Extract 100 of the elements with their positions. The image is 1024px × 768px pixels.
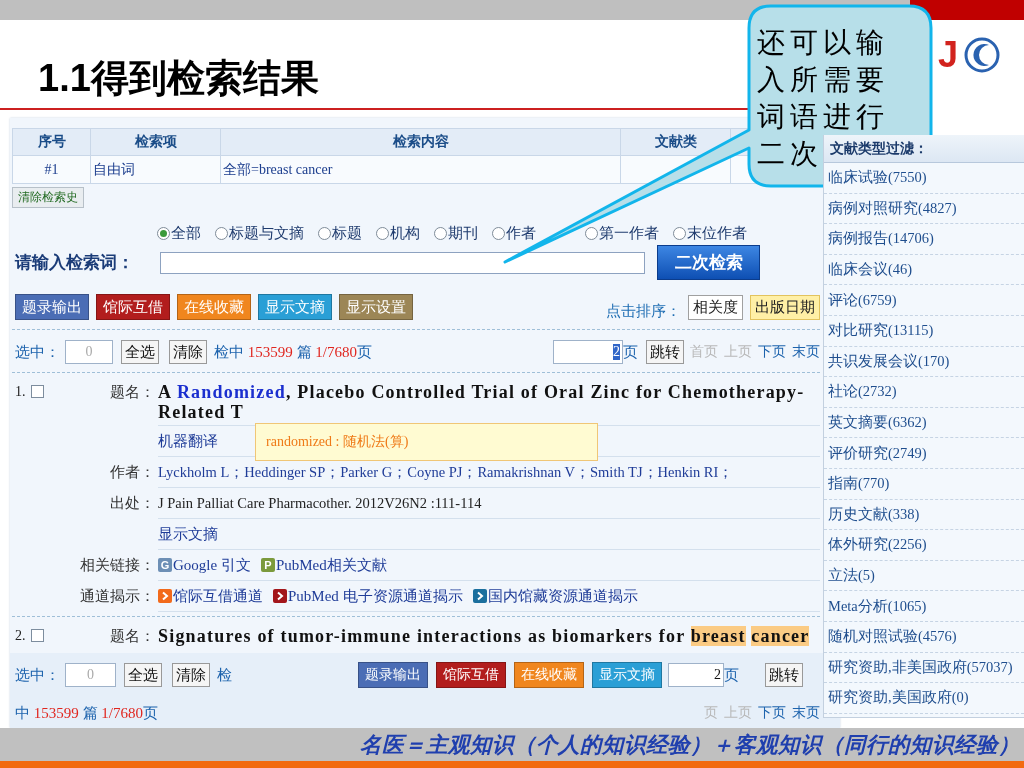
search-field-option[interactable]: 末位作者 <box>673 223 747 243</box>
filter-item[interactable]: 体外研究(2256) <box>824 530 1024 561</box>
article-title[interactable]: A Randomized, Placebo Controlled Trial of Oral Zinc for Chemotherapy-Related T <box>158 382 820 422</box>
filter-item[interactable]: Meta分析(1065) <box>824 591 1024 622</box>
table-cell: #1 <box>12 155 91 184</box>
clear-selection-button[interactable]: 清除 <box>169 340 207 364</box>
toolbar-button[interactable]: 题录输出 <box>358 662 428 688</box>
selection-label: 选中： <box>15 342 60 362</box>
logo-letter: J <box>937 35 958 75</box>
field-label: 题名： <box>110 627 155 646</box>
related-link[interactable]: P PubMed相关文献 <box>260 555 387 575</box>
filter-item[interactable]: 随机对照试验(4576) <box>824 621 1024 653</box>
toolbar-button[interactable]: 显示设置 <box>339 294 413 320</box>
filter-item[interactable]: 临床试验(7550) <box>824 163 1024 194</box>
search-label: 请输入检索词： <box>13 252 135 274</box>
result-number: 1. <box>15 383 26 401</box>
filter-item[interactable]: 临床会议(46) <box>824 254 1024 286</box>
sort-button[interactable]: 出版日期 <box>750 294 820 320</box>
field-label: 题名： <box>110 383 155 402</box>
filter-item[interactable]: 病例报告(14706) <box>824 224 1024 255</box>
callout-text-line: 词语进行 <box>757 99 889 135</box>
radio-icon[interactable] <box>318 226 331 240</box>
related-link[interactable]: G Google 引文 <box>158 555 251 575</box>
search-field-option[interactable]: 期刊 <box>434 223 478 243</box>
callout-text-line: 入所需要 <box>757 62 889 98</box>
field-label: 出处： <box>110 494 155 513</box>
page-number-field[interactable]: 2 <box>668 663 724 687</box>
result-count-text: 中 153599 篇 1/7680页 <box>15 703 158 723</box>
page-number-field[interactable]: 2 <box>553 340 623 364</box>
translation-tooltip: randomized : 随机法(算) <box>255 423 598 461</box>
author-link[interactable]: Heddinger SP； <box>244 462 341 482</box>
column-header: 检索项 <box>90 128 221 156</box>
clear-history-button[interactable]: 清除检索史 <box>12 187 84 208</box>
select-all-button[interactable]: 全选 <box>124 663 162 687</box>
article-title[interactable]: Signatures of tumor-immune interactions as biomarkers for breast cancer <box>158 626 820 646</box>
author-link[interactable]: Henkin RI； <box>657 462 734 482</box>
filter-item[interactable]: 历史文献(338) <box>824 499 1024 531</box>
radio-icon[interactable] <box>492 226 505 240</box>
callout-text-line: 二次 <box>757 136 823 172</box>
selection-label: 选中： <box>15 665 60 685</box>
slide-title: 1.1得到检索结果 <box>38 58 319 98</box>
page-link[interactable]: 末页 <box>792 343 820 361</box>
search-input[interactable] <box>160 251 645 274</box>
filter-item[interactable]: 评价研究(2749) <box>824 438 1024 469</box>
filter-item[interactable]: 评论(6759) <box>824 285 1024 316</box>
filter-item[interactable]: 指南(770) <box>824 468 1024 500</box>
filter-item[interactable]: 立法(5) <box>824 560 1024 592</box>
radio-icon[interactable] <box>157 226 170 240</box>
filter-item[interactable]: 病例对照研究(4827) <box>824 193 1024 225</box>
callout-text-line: 还可以输 <box>757 25 889 61</box>
radio-icon[interactable] <box>673 226 686 240</box>
text-link[interactable]: 机器翻译 <box>158 431 218 451</box>
search-field-option[interactable]: 作者 <box>492 223 536 243</box>
author-link[interactable]: Lyckholm L； <box>158 462 245 482</box>
toolbar-button[interactable]: 馆际互借 <box>436 662 506 688</box>
letter-square-icon: P <box>260 558 275 572</box>
result-count-text: 检 <box>217 665 232 685</box>
select-all-button[interactable]: 全选 <box>121 340 159 364</box>
filter-item[interactable]: 共识发展会议(170) <box>824 346 1024 378</box>
page-link[interactable]: 下页 <box>758 704 786 722</box>
source-text: J Pain Palliat Care Pharmacother. 2012V26N2 :111-114 <box>158 494 482 512</box>
column-header: 检索内容 <box>220 128 621 156</box>
author-link[interactable]: Parker G； <box>340 462 408 482</box>
page-link[interactable]: 末页 <box>792 704 820 722</box>
clear-selection-button[interactable]: 清除 <box>172 663 210 687</box>
table-cell: 自由词 <box>90 155 221 184</box>
author-link[interactable]: Smith TJ； <box>590 462 658 482</box>
field-label: 相关链接： <box>80 556 155 575</box>
author-link[interactable]: Ramakrishnan V； <box>477 462 590 482</box>
sort-button[interactable]: 相关度 <box>688 294 743 320</box>
checkbox[interactable] <box>30 385 44 398</box>
toolbar-button[interactable]: 馆际互借 <box>96 294 170 320</box>
secondary-search-button[interactable]: 二次检索 <box>657 245 760 280</box>
letter-square-icon: G <box>158 558 172 572</box>
search-field-option[interactable]: 标题 <box>318 223 362 243</box>
radio-icon[interactable] <box>376 226 389 240</box>
search-field-option[interactable]: 标题与文摘 <box>215 223 304 243</box>
toolbar-button[interactable]: 题录输出 <box>15 294 89 320</box>
field-label: 通道揭示： <box>80 587 155 606</box>
jump-button[interactable]: 跳转 <box>646 340 684 364</box>
filter-item[interactable]: 英文摘要(6362) <box>824 407 1024 439</box>
channel-link[interactable]: 馆际互借通道 <box>158 586 263 606</box>
page-link[interactable]: 下页 <box>758 343 786 361</box>
search-field-option[interactable]: 机构 <box>376 223 420 243</box>
jump-button[interactable]: 跳转 <box>765 663 803 687</box>
text-link[interactable]: 显示文摘 <box>158 524 218 544</box>
author-link[interactable]: Coyne PJ； <box>407 462 478 482</box>
radio-icon[interactable] <box>215 226 228 240</box>
radio-icon[interactable] <box>434 226 447 240</box>
radio-icon[interactable] <box>585 226 598 240</box>
filter-item[interactable]: 社论(2732) <box>824 377 1024 408</box>
search-field-option[interactable]: 全部 <box>157 223 201 243</box>
slide-caption: 名医＝主观知识（个人的知识经验）＋客观知识（同行的知识经验） <box>360 731 1020 759</box>
checkbox[interactable] <box>30 629 44 642</box>
channel-link[interactable]: PubMed 电子资源通道揭示 <box>273 586 463 606</box>
channel-link[interactable]: 国内馆藏资源通道揭示 <box>472 586 638 606</box>
filter-item[interactable]: 研究资助,非美国政府(57037) <box>824 652 1024 684</box>
filter-item[interactable]: 研究资助,美国政府(0) <box>824 683 1024 714</box>
search-field-option[interactable]: 第一作者 <box>585 223 659 243</box>
filter-item[interactable]: 对比研究(13115) <box>824 315 1024 347</box>
